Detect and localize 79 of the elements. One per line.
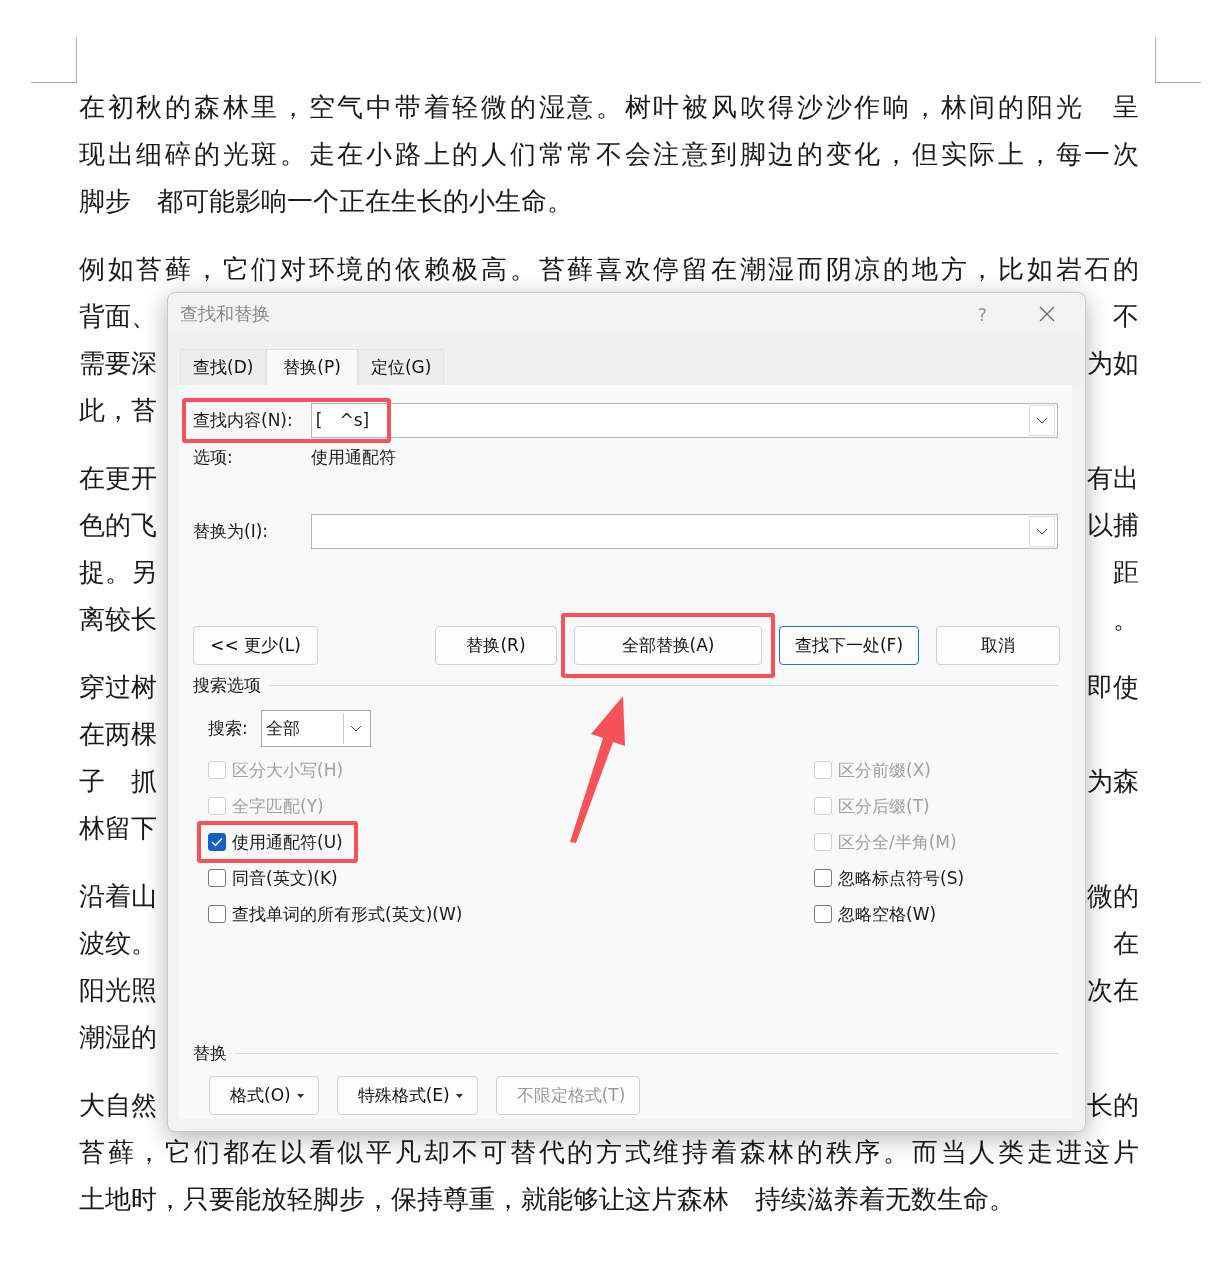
chevron-down-icon: [1036, 416, 1048, 425]
text-fragment: 在更开: [79, 462, 157, 495]
tab[interactable]: 查找(D): [180, 349, 267, 385]
text-fragment: 。: [1113, 603, 1139, 636]
section-title: 替换: [193, 1041, 227, 1065]
search-label: 搜索:: [208, 717, 248, 740]
text-fragment: 不: [1113, 300, 1139, 333]
crop-mark: [1155, 38, 1201, 83]
text-fragment: 在两棵: [79, 718, 157, 751]
find-field[interactable]: [ ^s]: [310, 403, 1058, 438]
checkbox-label: 同音(英文)(K): [232, 866, 338, 890]
text-line: 例如苔藓，它们对环境的依赖极高。苔藓喜欢停留在潮湿而阴凉的地方，比如岩石的: [79, 253, 1139, 286]
checkbox[interactable]: [814, 905, 832, 923]
text-fragment: 有出: [1087, 462, 1139, 495]
text-fragment: 为森: [1087, 765, 1139, 798]
format-button[interactable]: 特殊格式(E): [336, 1076, 478, 1115]
field-label: 查找内容(N):: [193, 409, 294, 432]
text-fragment: 捉。另: [79, 556, 157, 589]
checkbox-label: 区分全/半角(M): [838, 830, 957, 854]
field-label: 替换为(I):: [193, 520, 269, 543]
text-fragment: 在: [1113, 927, 1139, 960]
crop-mark: [31, 38, 77, 83]
check-icon: [211, 837, 223, 847]
checkbox-label: 区分前缀(X): [838, 758, 931, 782]
text-fragment: 林留下: [79, 812, 157, 845]
dialog-button[interactable]: 替换(R): [435, 626, 557, 665]
text-fragment: 距: [1113, 556, 1139, 589]
text-fragment: 沿着山: [79, 880, 157, 913]
text-line: 苔藓，它们都在以看似平凡却不可替代的方式维持着森林的秩序。而当人类走进这片: [79, 1136, 1139, 1169]
dialog-button[interactable]: 取消: [936, 626, 1060, 665]
text-fragment: 为如: [1087, 347, 1139, 380]
text-fragment: 阳光照: [79, 974, 157, 1007]
options-label: 选项:: [193, 445, 234, 469]
format-button[interactable]: 格式(O): [209, 1076, 319, 1115]
checkbox[interactable]: [208, 905, 226, 923]
tab[interactable]: 定位(G): [357, 349, 445, 385]
close-icon[interactable]: [1039, 306, 1055, 322]
text-line: 土地时，只要能放轻脚步，保持尊重，就能够让这片森林 持续滋养着无数生命。: [79, 1183, 1016, 1216]
text-fragment: 波纹。: [79, 927, 157, 960]
tab[interactable]: 替换(P): [266, 349, 358, 385]
options-value: 使用通配符: [311, 445, 396, 469]
checkbox[interactable]: [814, 869, 832, 887]
dialog-button[interactable]: 查找下一处(F): [779, 626, 919, 665]
text-line: 现出细碎的光斑。走在小路上的人们常常不会注意到脚边的变化，但实际上，每一次: [79, 138, 1139, 171]
replace-field[interactable]: [310, 514, 1058, 549]
text-line: 在初秋的森林里，空气中带着轻微的湿意。树叶被风吹得沙沙作响，林间的阳光 呈: [79, 91, 1139, 124]
text-fragment: 此，苔: [79, 394, 157, 427]
text-line: 脚步 都可能影响一个正在生长的小生命。: [79, 185, 574, 218]
text-fragment: 色的飞: [79, 509, 157, 542]
chevron-down-icon: [1036, 527, 1048, 536]
text-fragment: 大自然: [79, 1089, 157, 1122]
dialog-button[interactable]: << 更少(L): [193, 626, 318, 665]
text-fragment: 子 抓: [79, 765, 157, 798]
text-fragment: 次在: [1087, 974, 1139, 1007]
search-select[interactable]: 全部: [260, 710, 371, 747]
chevron-down-icon: [349, 724, 362, 733]
checkbox-label: 查找单词的所有形式(英文)(W): [232, 902, 463, 926]
text-fragment: 需要深: [79, 347, 157, 380]
checkbox-label: 全字匹配(Y): [232, 794, 324, 818]
section-title: 搜索选项: [193, 673, 261, 697]
caret-icon: [296, 1093, 304, 1098]
checkbox-label: 使用通配符(U): [232, 830, 343, 854]
text-fragment: 离较长: [79, 603, 157, 636]
text-fragment: 以捕: [1087, 509, 1139, 542]
text-fragment: 微的: [1087, 880, 1139, 913]
text-fragment: 背面、: [79, 300, 157, 333]
text-fragment: 即使: [1087, 671, 1139, 704]
checkbox-label: 忽略空格(W): [838, 902, 937, 926]
text-fragment: 长的: [1087, 1089, 1139, 1122]
window-title: 查找和替换: [180, 302, 271, 326]
checkbox-label: 区分后缀(T): [838, 794, 930, 818]
text-fragment: 穿过树: [79, 671, 157, 704]
checkbox[interactable]: [208, 833, 226, 851]
text-fragment: 潮湿的: [79, 1021, 157, 1054]
checkbox-label: 忽略标点符号(S): [838, 866, 965, 890]
checkbox[interactable]: [208, 869, 226, 887]
checkbox-label: 区分大小写(H): [232, 758, 344, 782]
caret-icon: [455, 1093, 463, 1098]
dialog-button[interactable]: 全部替换(A): [574, 626, 762, 665]
